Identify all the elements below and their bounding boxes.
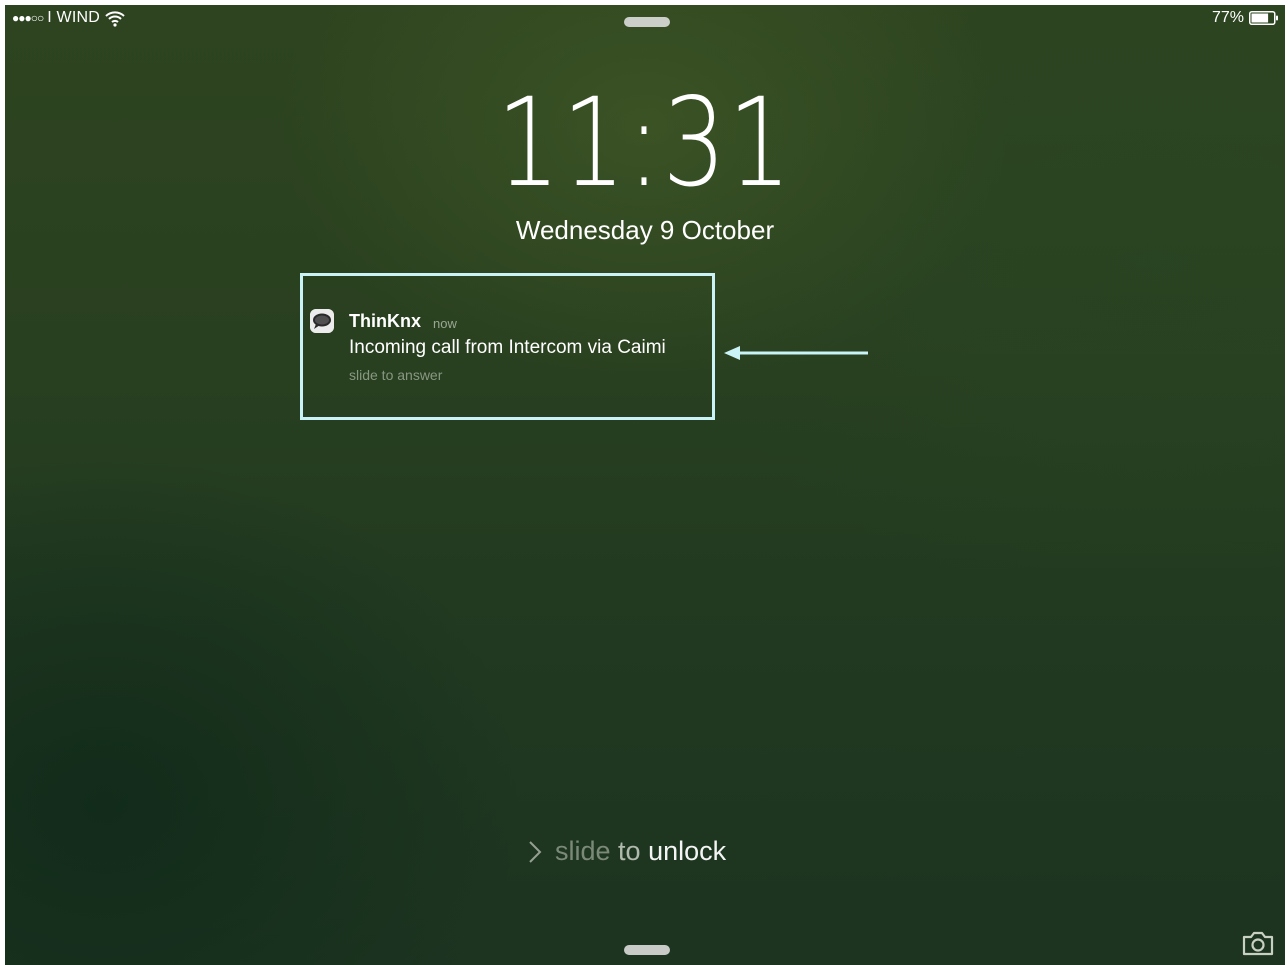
slide-to-unlock-label: slide to unlock bbox=[555, 836, 726, 867]
slide-to-unlock[interactable]: slide to unlock bbox=[527, 836, 726, 867]
chat-bubble-icon bbox=[310, 309, 334, 333]
left-arrow-icon bbox=[724, 346, 868, 360]
lock-clock: 11:31 bbox=[5, 73, 1285, 213]
signal-strength: ●●●○○ bbox=[12, 11, 44, 25]
chevron-right-icon bbox=[529, 840, 542, 863]
unlock-word-unlock: unlock bbox=[648, 836, 727, 866]
lock-screen: ●●●○○ I WIND 77% 11:31 Wednesday 9 Octob… bbox=[5, 5, 1285, 965]
control-center-grabber[interactable] bbox=[624, 945, 670, 955]
carrier-name: I WIND bbox=[47, 9, 100, 26]
unlock-word-slide: slide bbox=[555, 836, 611, 866]
status-bar-left: ●●●○○ I WIND bbox=[12, 9, 126, 27]
camera-icon[interactable] bbox=[1241, 929, 1275, 957]
battery-percent: 77% bbox=[1211, 9, 1244, 26]
wifi-icon bbox=[105, 11, 125, 27]
notification-action-hint: slide to answer bbox=[349, 367, 443, 383]
notification-center-grabber[interactable] bbox=[624, 17, 670, 27]
notification-app-name: ThinKnx bbox=[349, 311, 421, 331]
unlock-word-to: to bbox=[618, 836, 641, 866]
notification-message[interactable]: Incoming call from Intercom via Caimi bbox=[349, 337, 666, 359]
lock-date: Wednesday 9 October bbox=[515, 215, 775, 245]
battery-icon bbox=[1249, 11, 1278, 25]
status-bar-right: 77% bbox=[1212, 9, 1279, 27]
notification-time: now bbox=[433, 316, 457, 331]
clock-time: 11:31 bbox=[496, 72, 794, 214]
